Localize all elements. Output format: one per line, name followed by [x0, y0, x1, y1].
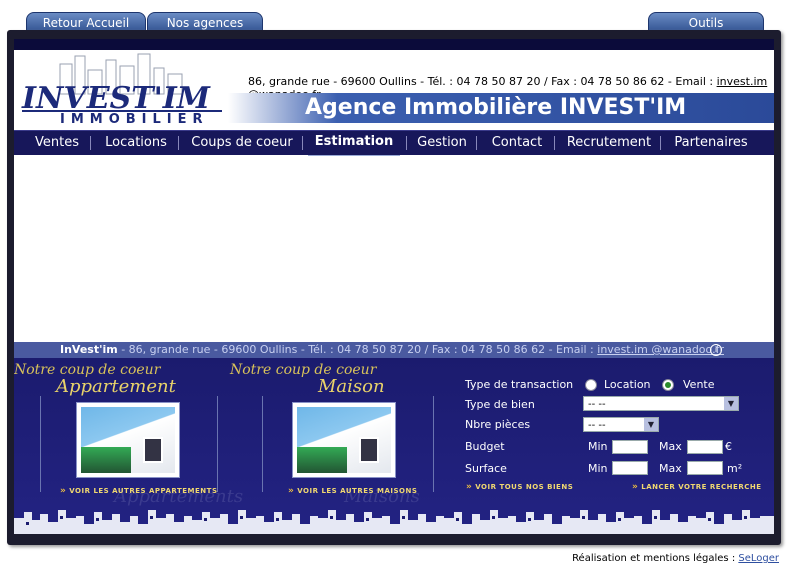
pieces-label: Nbre pièces: [465, 418, 531, 431]
header-strip: [14, 39, 774, 50]
surface-min-input[interactable]: [612, 461, 648, 475]
surface-label: Surface: [465, 462, 507, 475]
surface-min-label: Min: [588, 462, 608, 475]
footer-email-link[interactable]: invest.im @wanadoo.fr: [597, 343, 724, 356]
nav-gestion[interactable]: Gestion: [412, 131, 472, 155]
chevron-down-icon: ▼: [724, 397, 738, 410]
budget-label: Budget: [465, 440, 505, 453]
coups-de-coeur-section: Appartements Maisons Notre coup de coeur…: [14, 358, 774, 534]
budget-min-input[interactable]: [612, 440, 648, 454]
chevron-down-icon: ▼: [644, 418, 658, 431]
m2-unit: m²: [727, 462, 743, 475]
main-content: [14, 156, 774, 338]
banner-title: Agence Immobilière INVEST'IM: [305, 95, 687, 120]
nav-locations[interactable]: Locations: [98, 131, 174, 155]
coup1-subtitle: Appartement: [56, 376, 176, 397]
voir-tous-link[interactable]: » VOIR TOUS NOS BIENS: [466, 482, 573, 492]
footer-address: - 86, grande rue - 69600 Oullins - Tél. …: [117, 343, 598, 356]
transaction-label: Type de transaction: [465, 378, 574, 391]
main-nav: Ventes Locations Coups de coeur Estimati…: [14, 130, 774, 157]
nav-divider: [302, 136, 303, 150]
info-icon[interactable]: i: [710, 344, 722, 356]
nav-divider: [406, 136, 407, 150]
nav-divider: [476, 136, 477, 150]
surface-max-label: Max: [659, 462, 682, 475]
budget-max-label: Max: [659, 440, 682, 453]
logo-sub: IMMOBILIER: [60, 112, 209, 127]
city-skyline-icon: [14, 510, 774, 534]
euro-unit: €: [725, 440, 732, 453]
bien-select[interactable]: -- -- ▼: [583, 396, 739, 411]
pieces-select[interactable]: -- -- ▼: [583, 417, 659, 432]
surface-max-input[interactable]: [687, 461, 723, 475]
vente-radio[interactable]: [662, 379, 674, 391]
vente-label: Vente: [683, 378, 715, 391]
coup1-bracket: [40, 396, 218, 492]
agency-banner: Agence Immobilière INVEST'IM: [228, 93, 774, 123]
nav-ventes[interactable]: Ventes: [28, 131, 86, 155]
footer-brand: InVest'im: [60, 343, 118, 356]
nav-divider: [660, 136, 661, 150]
budget-max-input[interactable]: [687, 440, 723, 454]
location-radio[interactable]: [585, 379, 597, 391]
nav-divider: [90, 136, 91, 150]
nav-partenaires[interactable]: Partenaires: [666, 131, 756, 155]
footer-info-bar: InVest'im - 86, grande rue - 69600 Oulli…: [14, 342, 774, 358]
lancer-recherche-button[interactable]: » LANCER VOTRE RECHERCHE: [632, 482, 762, 492]
seloger-link[interactable]: SeLoger: [738, 553, 779, 564]
logo[interactable]: INVEST'IM IMMOBILIER: [20, 52, 230, 130]
coup2-subtitle: Maison: [318, 376, 385, 397]
nav-divider: [178, 136, 179, 150]
coup2-bracket: [262, 396, 434, 492]
nav-estimation[interactable]: Estimation: [308, 131, 400, 157]
coup2-link[interactable]: » VOIR LES AUTRES MAISONS: [288, 486, 417, 496]
credit-line: Réalisation et mentions légales : SeLoge…: [572, 553, 779, 564]
bien-label: Type de bien: [465, 398, 535, 411]
nav-recrutement[interactable]: Recrutement: [562, 131, 656, 155]
nav-coups-de-coeur[interactable]: Coups de coeur: [186, 131, 298, 155]
nav-divider: [554, 136, 555, 150]
location-label: Location: [604, 378, 651, 391]
coup1-link[interactable]: » VOIR LES AUTRES APPARTEMENTS: [60, 486, 217, 496]
budget-min-label: Min: [588, 440, 608, 453]
nav-contact[interactable]: Contact: [484, 131, 550, 155]
